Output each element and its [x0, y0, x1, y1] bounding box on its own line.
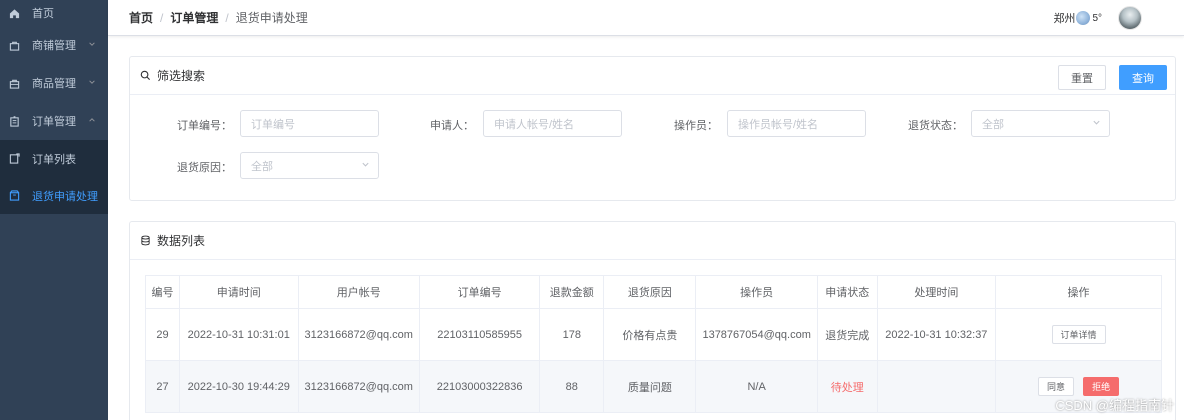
top-header: 首页 / 订单管理 / 退货申请处理 郑州 5°: [108, 0, 1184, 36]
chevron-up-icon: [88, 115, 96, 127]
order-icon: [8, 115, 21, 128]
cell-order-no: 22103110585955: [418, 308, 541, 361]
return-reason-value: 全部: [251, 160, 273, 173]
operator-input[interactable]: 操作员帐号/姓名: [727, 110, 866, 137]
sidebar-item-home[interactable]: 首页: [0, 0, 108, 26]
cell-process-time: [876, 360, 997, 413]
column-header: 用户帐号: [297, 275, 420, 309]
search-button[interactable]: 查询: [1119, 65, 1167, 90]
table-row: 29 2022-10-31 10:31:01 3123166872@qq.com…: [144, 308, 1162, 361]
goods-icon: [8, 77, 21, 90]
order-no-input[interactable]: 订单编号: [240, 110, 379, 137]
return-reason-label: 退货原因：: [177, 162, 232, 174]
breadcrumb-current: 退货申请处理: [235, 11, 308, 25]
home-icon: [8, 7, 21, 20]
cell-amount: 88: [539, 360, 605, 413]
sidebar-item-goods[interactable]: 商品管理: [0, 64, 108, 102]
filter-card-header: 筛选搜索: [130, 57, 1175, 95]
breadcrumb: 首页 / 订单管理 / 退货申请处理: [129, 9, 308, 26]
operator-label: 操作员：: [674, 120, 718, 132]
cell-reason: 质量问题: [603, 360, 697, 413]
cell-actions: 订单详情: [995, 308, 1162, 361]
cell-amount: 178: [539, 308, 605, 361]
applicant-placeholder: 申请人帐号/姓名: [494, 118, 575, 131]
sidebar-item-label: 商品管理: [32, 78, 76, 90]
column-header: 处理时间: [876, 275, 997, 309]
table-row: 27 2022-10-30 19:44:29 3123166872@qq.com…: [144, 360, 1162, 413]
sidebar-item-label: 订单管理: [32, 116, 76, 128]
cell-reason: 价格有点贵: [603, 308, 697, 361]
order-submenu: 订单列表 退货申请处理: [0, 140, 108, 214]
cell-status: 退货完成: [816, 308, 878, 361]
sidebar-item-label: 首页: [32, 8, 54, 20]
cell-apply-time: 2022-10-30 19:44:29: [179, 360, 299, 413]
breadcrumb-order[interactable]: 订单管理: [170, 9, 218, 26]
column-header: 编号: [144, 275, 181, 309]
table-header-row: 编号 申请时间 用户帐号 订单编号 退款金额 退货原因 操作员 申请状态 处理时…: [144, 275, 1162, 309]
return-request-table: 编号 申请时间 用户帐号 订单编号 退款金额 退货原因 操作员 申请状态 处理时…: [144, 275, 1162, 413]
sidebar-item-return-requests[interactable]: 退货申请处理: [0, 177, 108, 214]
column-header: 操作员: [695, 275, 818, 309]
filter-title: 筛选搜索: [157, 69, 206, 83]
column-header: 退款金额: [539, 275, 605, 309]
reset-button[interactable]: 重置: [1058, 65, 1106, 90]
search-icon: [140, 69, 153, 82]
cell-operator: 1378767054@qq.com: [695, 308, 818, 361]
weather-city: 郑州: [1053, 13, 1076, 25]
breadcrumb-separator: /: [225, 10, 229, 25]
order-detail-button[interactable]: 订单详情: [1051, 325, 1106, 344]
cell-order-no: 22103000322836: [418, 360, 541, 413]
data-list-title: 数据列表: [157, 234, 206, 248]
breadcrumb-home[interactable]: 首页: [129, 9, 153, 26]
sidebar-item-label: 订单列表: [32, 153, 76, 166]
approve-button[interactable]: 同意: [1038, 377, 1075, 396]
sidebar-item-order[interactable]: 订单管理: [0, 102, 108, 140]
order-no-placeholder: 订单编号: [251, 118, 295, 131]
return-status-label: 退货状态：: [908, 120, 963, 132]
filter-card: 筛选搜索 重置 查询 订单编号： 订单编号 申请人： 申请人帐号/姓名 操作员：…: [129, 56, 1176, 201]
chevron-down-icon: [88, 39, 96, 51]
avatar[interactable]: [1118, 6, 1142, 30]
applicant-label: 申请人：: [430, 120, 474, 132]
reject-button[interactable]: 拒绝: [1083, 377, 1120, 396]
list-icon: [8, 152, 21, 165]
return-icon: [8, 189, 21, 202]
sidebar-item-label: 商铺管理: [32, 40, 76, 52]
database-icon: [140, 234, 153, 247]
chevron-down-icon: [361, 160, 370, 172]
cell-apply-time: 2022-10-31 10:31:01: [179, 308, 299, 361]
cell-status: 待处理: [816, 360, 878, 413]
column-header: 操作: [995, 275, 1162, 309]
watermark: CSDN @编程指南针: [1055, 398, 1174, 413]
data-list-card: 数据列表 编号 申请时间 用户帐号 订单编号 退款金额 退货原因 操作员 申请状…: [129, 221, 1176, 420]
chevron-down-icon: [1092, 118, 1101, 130]
column-header: 订单编号: [418, 275, 541, 309]
cell-user: 3123166872@qq.com: [297, 360, 420, 413]
cell-id: 29: [144, 308, 181, 361]
store-icon: [8, 39, 21, 52]
cell-user: 3123166872@qq.com: [297, 308, 420, 361]
return-reason-select[interactable]: 全部: [240, 152, 379, 179]
data-list-header: 数据列表: [130, 222, 1175, 260]
cell-id: 27: [144, 360, 181, 413]
breadcrumb-separator: /: [160, 10, 164, 25]
column-header: 申请时间: [179, 275, 299, 309]
column-header: 申请状态: [816, 275, 878, 309]
return-status-select[interactable]: 全部: [971, 110, 1110, 137]
sidebar-item-store[interactable]: 商铺管理: [0, 26, 108, 64]
applicant-input[interactable]: 申请人帐号/姓名: [483, 110, 622, 137]
chevron-down-icon: [88, 77, 96, 89]
header-right: 郑州 5°: [1053, 0, 1142, 36]
column-header: 退货原因: [603, 275, 697, 309]
operator-placeholder: 操作员帐号/姓名: [738, 118, 819, 131]
weather-icon: [1076, 11, 1091, 25]
cell-operator: N/A: [695, 360, 818, 413]
order-no-label: 订单编号：: [177, 120, 232, 132]
return-status-value: 全部: [982, 118, 1004, 131]
sidebar-item-order-list[interactable]: 订单列表: [0, 140, 108, 177]
sidebar-item-label: 退货申请处理: [32, 190, 98, 203]
sidebar: 首页 商铺管理 商品管理 订单管理 订单列表 退货申请处理: [0, 0, 108, 420]
weather-temperature: 5°: [1092, 12, 1102, 24]
cell-process-time: 2022-10-31 10:32:37: [876, 308, 997, 361]
